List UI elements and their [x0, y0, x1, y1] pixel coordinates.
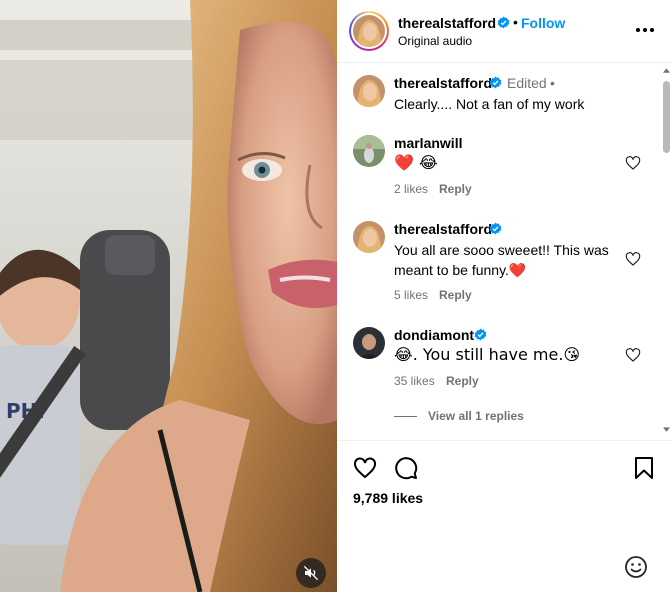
- replies-divider-line: [394, 416, 417, 417]
- comment-username[interactable]: therealstafford: [394, 75, 492, 91]
- comment-text: Clearly.... Not a fan of my work: [394, 96, 585, 112]
- comment: therealstafford You all are sooo sweeet!…: [337, 221, 662, 303]
- comment-bubble-icon[interactable]: [394, 456, 418, 480]
- heart-icon[interactable]: [625, 347, 641, 363]
- scroll-up-arrow-icon[interactable]: [663, 68, 670, 73]
- scrollbar-thumb[interactable]: [663, 81, 670, 153]
- speaker-muted-icon: [303, 565, 319, 581]
- comment-username[interactable]: therealstafford: [394, 221, 492, 237]
- heart-icon[interactable]: [353, 456, 377, 480]
- post-header: therealstafford • Follow Original audio: [337, 0, 672, 63]
- follow-button[interactable]: Follow: [521, 15, 565, 31]
- comments-scrollbar[interactable]: [662, 63, 672, 440]
- reply-button[interactable]: Reply: [446, 374, 479, 388]
- caption-comment: therealstafford Edited • Clearly.... Not…: [337, 75, 662, 115]
- video-frame: PHI: [0, 0, 337, 592]
- comment-likes[interactable]: 35 likes: [394, 374, 435, 388]
- view-replies-label[interactable]: View all 1 replies: [428, 409, 524, 423]
- reply-button[interactable]: Reply: [439, 288, 472, 302]
- bookmark-icon[interactable]: [633, 456, 655, 480]
- heart-icon[interactable]: [625, 251, 641, 267]
- comment: marlanwill ❤️ 😂 2 likes Reply: [337, 135, 662, 197]
- verified-badge-icon: [489, 222, 502, 235]
- scroll-down-arrow-icon[interactable]: [663, 427, 670, 432]
- avatar[interactable]: [353, 221, 385, 253]
- reply-button[interactable]: Reply: [439, 182, 472, 196]
- comment-username[interactable]: dondiamont: [394, 327, 474, 343]
- avatar: [353, 15, 385, 47]
- comment-likes[interactable]: 2 likes: [394, 182, 428, 196]
- header-separator: •: [513, 14, 518, 30]
- post-video[interactable]: PHI: [0, 0, 337, 592]
- more-horizontal-icon[interactable]: [635, 22, 655, 38]
- post-actions: 9,789 likes: [337, 441, 672, 596]
- verified-badge-icon: [474, 328, 487, 341]
- comment-text: ❤️ 😂: [394, 153, 438, 172]
- avatar[interactable]: [353, 135, 385, 167]
- avatar[interactable]: [353, 327, 385, 359]
- mute-button[interactable]: [296, 558, 326, 588]
- story-avatar[interactable]: [349, 11, 389, 51]
- comment-likes[interactable]: 5 likes: [394, 288, 428, 302]
- verified-badge-icon: [489, 76, 502, 89]
- view-replies-toggle[interactable]: View all 1 replies: [394, 409, 594, 423]
- edited-label: Edited: [507, 75, 547, 91]
- comment-username[interactable]: marlanwill: [394, 135, 462, 151]
- comment-text: You all are sooo sweeet!! This was meant…: [394, 242, 609, 278]
- comment: dondiamont 😂. You still have me.😘 35 lik…: [337, 327, 662, 389]
- smiley-icon[interactable]: [624, 555, 648, 579]
- audio-label[interactable]: Original audio: [398, 34, 472, 48]
- comment-text: 😂. You still have me.😘: [394, 345, 581, 364]
- likes-count[interactable]: 9,789 likes: [353, 490, 423, 506]
- post-author-username[interactable]: therealstafford: [398, 15, 496, 31]
- heart-icon[interactable]: [625, 155, 641, 171]
- comments-list[interactable]: therealstafford Edited • Clearly.... Not…: [337, 63, 672, 441]
- verified-badge-icon: [497, 16, 510, 29]
- avatar[interactable]: [353, 75, 385, 107]
- post-side-panel: therealstafford • Follow Original audio …: [337, 0, 672, 596]
- edited-separator: •: [550, 75, 555, 91]
